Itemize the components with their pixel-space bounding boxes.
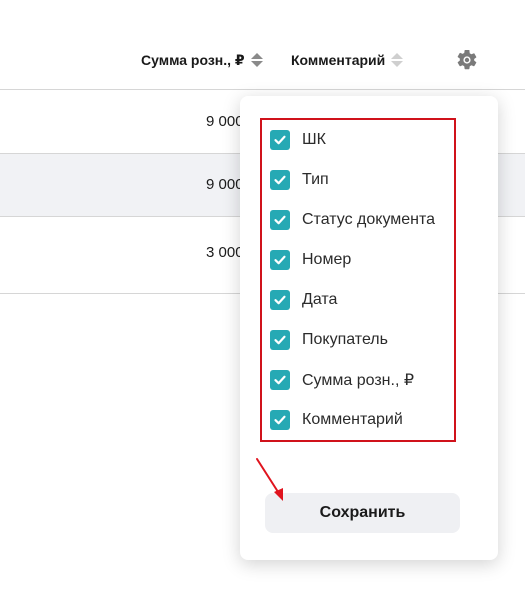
column-toggle-buyer[interactable]: Покупатель [270, 328, 388, 352]
column-header-label: Сумма розн., ₽ [141, 51, 245, 68]
check-icon [274, 295, 286, 305]
checkbox[interactable] [270, 250, 290, 270]
checkbox[interactable] [270, 290, 290, 310]
column-label: Номер [302, 251, 352, 268]
checkbox[interactable] [270, 130, 290, 150]
sort-arrows-icon[interactable] [250, 53, 263, 67]
checkbox[interactable] [270, 210, 290, 230]
column-label: Комментарий [302, 411, 403, 428]
cell-sum: 9 000 [206, 176, 244, 193]
column-label: Тип [302, 171, 329, 188]
column-label: Сумма розн., ₽ [302, 372, 415, 389]
column-label: ШК [302, 131, 326, 148]
check-icon [274, 335, 286, 345]
checkbox[interactable] [270, 330, 290, 350]
check-icon [274, 215, 286, 225]
column-toggle-date[interactable]: Дата [270, 288, 337, 312]
gear-icon[interactable] [455, 48, 479, 72]
column-toggle-barcode[interactable]: ШК [270, 128, 326, 152]
column-list-highlight: ШК Тип Статус документа Номер Дата Покуп… [260, 118, 456, 442]
save-button[interactable]: Сохранить [265, 493, 460, 533]
column-label: Покупатель [302, 331, 388, 348]
checkbox[interactable] [270, 410, 290, 430]
table-header: Сумма розн., ₽ Комментарий [0, 30, 525, 90]
column-header-label: Комментарий [291, 52, 386, 68]
checkbox[interactable] [270, 170, 290, 190]
column-label: Статус документа [302, 211, 436, 228]
check-icon [274, 175, 286, 185]
column-header-sum[interactable]: Сумма розн., ₽ [141, 50, 263, 70]
sort-arrows-icon[interactable] [391, 53, 404, 67]
cell-sum: 3 000 [206, 244, 244, 261]
column-toggle-retail-sum[interactable]: Сумма розн., ₽ [270, 368, 414, 392]
check-icon [274, 135, 286, 145]
check-icon [274, 415, 286, 425]
column-toggle-type[interactable]: Тип [270, 168, 329, 192]
column-toggle-status[interactable]: Статус документа [270, 208, 435, 232]
cell-sum: 9 000 [206, 113, 244, 130]
check-icon [274, 255, 286, 265]
annotation-arrow-icon [256, 458, 283, 501]
column-header-comment[interactable]: Комментарий [291, 50, 404, 70]
column-label: Дата [302, 291, 338, 308]
check-icon [274, 375, 286, 385]
column-toggle-number[interactable]: Номер [270, 248, 351, 272]
column-toggle-comment[interactable]: Комментарий [270, 408, 403, 432]
checkbox[interactable] [270, 370, 290, 390]
page: Сумма розн., ₽ Комментарий 9 000 9 000 3… [0, 0, 525, 613]
